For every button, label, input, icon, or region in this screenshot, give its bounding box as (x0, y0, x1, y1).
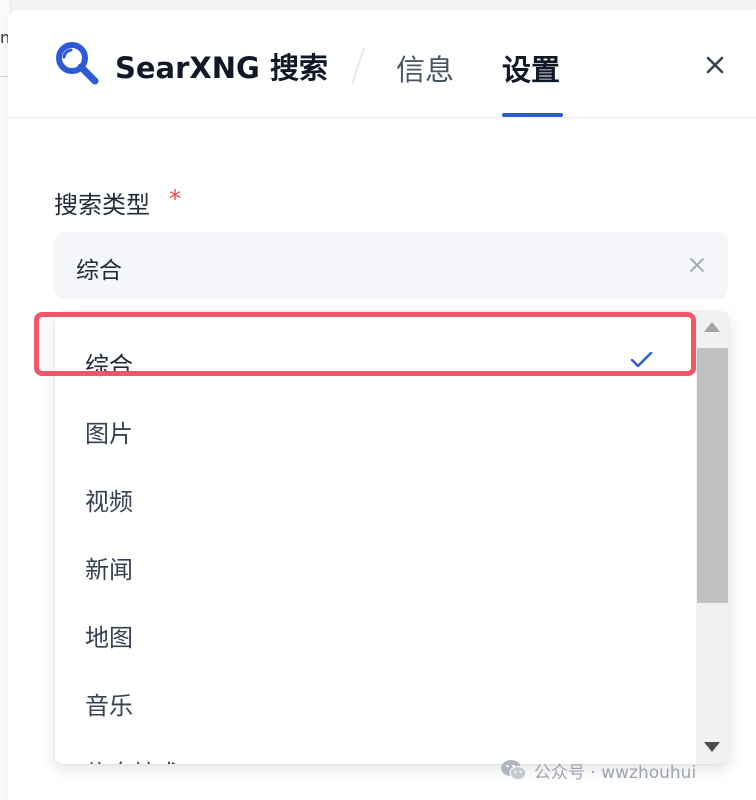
settings-panel: SearXNG 搜索 信息 设置 搜索类型 * 综合 综合 图片 视频 新闻 地… (8, 10, 756, 800)
option-label: 音乐 (85, 692, 133, 720)
option-label: 新闻 (85, 556, 133, 584)
option-maps[interactable]: 地图 (55, 598, 695, 666)
header-divider (351, 48, 365, 84)
close-icon[interactable] (700, 50, 730, 80)
required-marker: * (169, 185, 181, 213)
option-music[interactable]: 音乐 (55, 666, 695, 734)
search-type-select[interactable]: 综合 (54, 232, 728, 299)
option-label: 信息技术 (85, 754, 181, 764)
scrollbar-thumb[interactable] (697, 348, 728, 603)
panel-header: SearXNG 搜索 信息 设置 (8, 10, 756, 118)
tab-settings[interactable]: 设置 (502, 47, 560, 89)
search-icon (56, 42, 99, 85)
watermark-text: 公众号 · wwzhouhui (534, 763, 697, 783)
option-label: 视频 (85, 488, 133, 516)
search-type-label: 搜索类型 (54, 191, 150, 219)
option-images[interactable]: 图片 (55, 394, 695, 462)
scroll-up-arrow-icon[interactable] (704, 322, 720, 332)
scroll-down-arrow-icon[interactable] (704, 742, 720, 752)
active-tab-indicator (502, 113, 563, 117)
check-icon (630, 351, 653, 368)
tab-info[interactable]: 信息 (396, 47, 454, 89)
option-label: 图片 (85, 420, 133, 448)
option-news[interactable]: 新闻 (55, 530, 695, 598)
option-label: 综合 (85, 352, 133, 380)
search-type-dropdown: 综合 图片 视频 新闻 地图 音乐 信息技术 (55, 312, 729, 764)
clear-icon[interactable] (686, 254, 708, 276)
app-title: SearXNG 搜索 (115, 51, 328, 85)
option-label: 地图 (85, 624, 133, 652)
option-videos[interactable]: 视频 (55, 462, 695, 530)
dropdown-scrollbar[interactable] (696, 312, 729, 764)
wechat-icon (501, 760, 527, 780)
option-comprehensive[interactable]: 综合 (55, 326, 695, 394)
select-value: 综合 (76, 258, 122, 284)
